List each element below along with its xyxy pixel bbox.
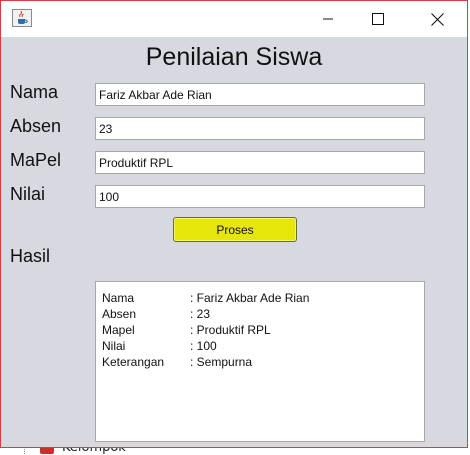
result-key: Nilai <box>102 339 126 353</box>
nilai-field[interactable] <box>95 185 425 208</box>
absen-field[interactable] <box>95 117 425 140</box>
page-title: Penilaian Siswa <box>145 43 323 71</box>
result-value: : Produktif RPL <box>190 323 271 337</box>
minimize-button[interactable] <box>305 1 351 37</box>
close-icon <box>430 12 444 26</box>
result-row: Mapel : Produktif RPL <box>102 322 418 338</box>
absen-label: Absen <box>10 116 62 136</box>
title-bar[interactable] <box>1 1 467 37</box>
result-value: : 100 <box>190 339 217 353</box>
app-window: Penilaian Siswa Nama Absen MaPel Nilai P… <box>0 0 468 448</box>
result-row: Keterangan : Sempurna <box>102 354 418 370</box>
mapel-label: MaPel <box>10 150 62 170</box>
result-value: : 23 <box>190 307 211 321</box>
result-row: Nilai : 100 <box>102 338 418 354</box>
nama-label: Nama <box>10 82 59 102</box>
mapel-field[interactable] <box>95 151 425 174</box>
result-row: Nama : Fariz Akbar Ade Rian <box>102 290 418 306</box>
result-textarea[interactable]: Nama : Fariz Akbar Ade Rian Absen : 23 M… <box>95 281 425 442</box>
result-key: Mapel <box>102 323 135 337</box>
proses-button[interactable]: Proses <box>173 217 297 242</box>
close-button[interactable] <box>414 1 460 37</box>
result-key: Keterangan <box>102 355 165 369</box>
maximize-button[interactable] <box>355 1 401 37</box>
result-value: : Fariz Akbar Ade Rian <box>190 291 310 305</box>
nama-field[interactable] <box>95 83 425 106</box>
result-value: : Sempurna <box>190 355 253 369</box>
hasil-label: Hasil <box>10 246 51 266</box>
java-cup-icon[interactable] <box>12 9 32 27</box>
result-key: Absen <box>102 307 137 321</box>
result-key: Nama <box>102 291 135 305</box>
minimize-icon <box>323 18 333 20</box>
result-row: Absen : 23 <box>102 306 418 322</box>
maximize-icon <box>372 13 384 25</box>
nilai-label: Nilai <box>10 184 46 204</box>
form-panel: Penilaian Siswa Nama Absen MaPel Nilai P… <box>1 37 467 447</box>
